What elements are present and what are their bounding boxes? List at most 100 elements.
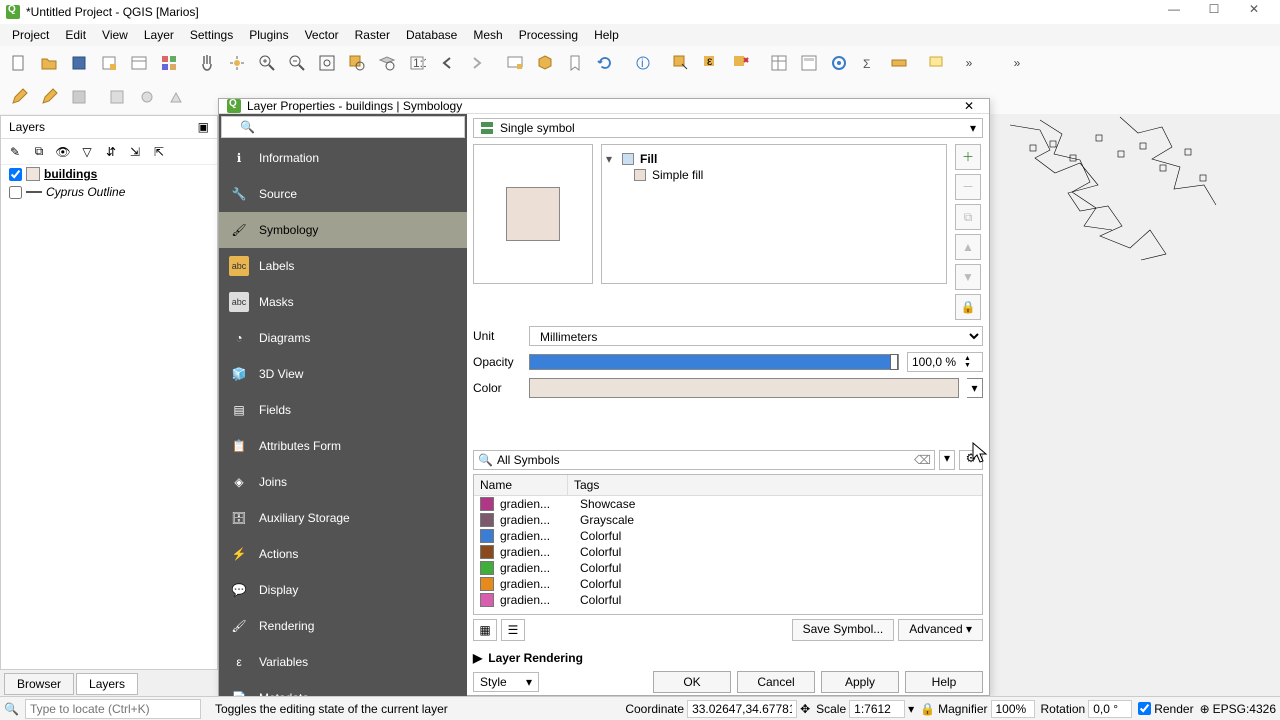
sidebar-item-rendering[interactable]: 🖌Rendering bbox=[219, 608, 467, 644]
expand-icon[interactable]: ▶ bbox=[473, 651, 482, 665]
open-project-icon[interactable] bbox=[35, 49, 63, 77]
render-checkbox[interactable] bbox=[1138, 702, 1151, 715]
dialog-close-button[interactable]: ✕ bbox=[957, 99, 981, 113]
lock-symbol-layer-button[interactable]: 🔒 bbox=[955, 294, 981, 320]
toggle-editing-icon[interactable] bbox=[35, 83, 63, 111]
layer-rendering-label[interactable]: Layer Rendering bbox=[488, 651, 583, 665]
symbol-search[interactable]: 🔍 ⌫ bbox=[473, 450, 935, 470]
new-3d-view-icon[interactable] bbox=[531, 49, 559, 77]
symbol-row[interactable]: gradien...Colorful bbox=[474, 528, 982, 544]
menu-help[interactable]: Help bbox=[586, 26, 627, 44]
field-calculator-icon[interactable] bbox=[795, 49, 823, 77]
collapse-icon[interactable]: ⇲ bbox=[125, 142, 145, 162]
toolbar-overflow-1[interactable]: » bbox=[960, 56, 978, 70]
color-picker[interactable] bbox=[529, 378, 959, 398]
sidebar-item-labels[interactable]: abcLabels bbox=[219, 248, 467, 284]
new-print-layout-icon[interactable] bbox=[95, 49, 123, 77]
deselect-icon[interactable] bbox=[727, 49, 755, 77]
rotation-field[interactable] bbox=[1088, 700, 1132, 718]
select-features-icon[interactable] bbox=[667, 49, 695, 77]
sidebar-item-fields[interactable]: ▤Fields bbox=[219, 392, 467, 428]
sidebar-item-display[interactable]: 💬Display bbox=[219, 572, 467, 608]
minimize-button[interactable]: — bbox=[1154, 2, 1194, 22]
new-project-icon[interactable] bbox=[5, 49, 33, 77]
identify-icon[interactable]: i bbox=[629, 49, 657, 77]
digitize-icon[interactable] bbox=[133, 83, 161, 111]
col-name[interactable]: Name bbox=[474, 475, 568, 495]
save-symbol-button[interactable]: Save Symbol... bbox=[792, 619, 895, 641]
symbol-row[interactable]: gradien...Colorful bbox=[474, 592, 982, 608]
symbol-search-input[interactable] bbox=[497, 453, 910, 467]
color-picker-dropdown[interactable]: ▾ bbox=[967, 378, 983, 398]
sidebar-item-masks[interactable]: abcMasks bbox=[219, 284, 467, 320]
style-menu-button[interactable]: Style▾ bbox=[473, 672, 539, 692]
visibility-icon[interactable]: 👁 bbox=[53, 142, 73, 162]
layer-row-cyprus[interactable]: Cyprus Outline bbox=[1, 183, 217, 201]
symbol-row[interactable]: gradien...Colorful bbox=[474, 544, 982, 560]
menu-vector[interactable]: Vector bbox=[297, 26, 347, 44]
layer-row-buildings[interactable]: buildings bbox=[1, 165, 217, 183]
menu-project[interactable]: Project bbox=[4, 26, 57, 44]
menu-settings[interactable]: Settings bbox=[182, 26, 241, 44]
menu-layer[interactable]: Layer bbox=[136, 26, 182, 44]
chevron-down-icon[interactable]: ▾ bbox=[908, 702, 914, 716]
save-edits-icon[interactable] bbox=[65, 83, 93, 111]
sidebar-item-3dview[interactable]: 🧊3D View bbox=[219, 356, 467, 392]
symbol-filter-dropdown[interactable]: ▾ bbox=[939, 450, 955, 470]
close-button[interactable]: ✕ bbox=[1234, 2, 1274, 22]
menu-edit[interactable]: Edit bbox=[57, 26, 94, 44]
layer-visible-checkbox[interactable] bbox=[9, 186, 22, 199]
add-symbol-layer-button[interactable]: ＋ bbox=[955, 144, 981, 170]
spin-buttons[interactable]: ▲▼ bbox=[964, 355, 971, 369]
coord-toggle-icon[interactable]: ✥ bbox=[800, 702, 810, 716]
menu-processing[interactable]: Processing bbox=[511, 26, 586, 44]
filter-legend-icon[interactable]: ▽ bbox=[77, 142, 97, 162]
open-attribute-table-icon[interactable] bbox=[765, 49, 793, 77]
list-view-button[interactable]: ☰ bbox=[501, 619, 525, 641]
tree-fill[interactable]: Fill bbox=[640, 152, 657, 166]
tree-simple-fill[interactable]: Simple fill bbox=[652, 168, 703, 182]
sidebar-item-attributes-form[interactable]: 📋Attributes Form bbox=[219, 428, 467, 464]
layout-manager-icon[interactable] bbox=[125, 49, 153, 77]
unit-select[interactable]: Millimeters bbox=[529, 326, 983, 346]
symbol-row[interactable]: gradien...Colorful bbox=[474, 576, 982, 592]
statistics-icon[interactable]: Σ bbox=[855, 49, 883, 77]
zoom-selection-icon[interactable] bbox=[343, 49, 371, 77]
zoom-in-icon[interactable] bbox=[253, 49, 281, 77]
menu-raster[interactable]: Raster bbox=[347, 26, 398, 44]
symbol-layer-tree[interactable]: ▾ Fill Simple fill bbox=[601, 144, 947, 284]
sidebar-item-variables[interactable]: εVariables bbox=[219, 644, 467, 680]
help-button[interactable]: Help bbox=[905, 671, 983, 693]
zoom-out-icon[interactable] bbox=[283, 49, 311, 77]
apply-button[interactable]: Apply bbox=[821, 671, 899, 693]
remove-layer-icon[interactable]: ⇱ bbox=[149, 142, 169, 162]
layer-visible-checkbox[interactable] bbox=[9, 168, 22, 181]
clear-search-icon[interactable]: ⌫ bbox=[914, 453, 930, 467]
add-group-icon[interactable]: ⧉ bbox=[29, 142, 49, 162]
style-manager-button[interactable]: ⚙ bbox=[959, 450, 983, 470]
sidebar-item-diagrams[interactable]: ◔Diagrams bbox=[219, 320, 467, 356]
style-manager-icon[interactable] bbox=[155, 49, 183, 77]
new-bookmark-icon[interactable] bbox=[561, 49, 589, 77]
zoom-next-icon[interactable] bbox=[463, 49, 491, 77]
menu-mesh[interactable]: Mesh bbox=[465, 26, 510, 44]
ok-button[interactable]: OK bbox=[653, 671, 731, 693]
move-down-button[interactable]: ▼ bbox=[955, 264, 981, 290]
coordinate-field[interactable] bbox=[687, 700, 797, 718]
tree-collapse-icon[interactable]: ▾ bbox=[606, 152, 616, 166]
zoom-last-icon[interactable] bbox=[433, 49, 461, 77]
magnifier-field[interactable] bbox=[991, 700, 1035, 718]
sidebar-item-auxiliary[interactable]: 🗄Auxiliary Storage bbox=[219, 500, 467, 536]
cancel-button[interactable]: Cancel bbox=[737, 671, 815, 693]
locator-input[interactable] bbox=[25, 699, 201, 719]
map-tips-icon[interactable] bbox=[923, 49, 951, 77]
measure-icon[interactable] bbox=[885, 49, 913, 77]
zoom-full-icon[interactable] bbox=[313, 49, 341, 77]
symbol-type-dropdown[interactable]: Single symbol ▾ bbox=[473, 118, 983, 138]
duplicate-symbol-layer-button[interactable]: ⧉ bbox=[955, 204, 981, 230]
edit-pencil-icon[interactable] bbox=[5, 83, 33, 111]
sidebar-item-information[interactable]: ℹInformation bbox=[219, 140, 467, 176]
select-by-value-icon[interactable]: ε bbox=[697, 49, 725, 77]
sidebar-item-actions[interactable]: ⚡Actions bbox=[219, 536, 467, 572]
zoom-native-icon[interactable]: 1:1 bbox=[403, 49, 431, 77]
